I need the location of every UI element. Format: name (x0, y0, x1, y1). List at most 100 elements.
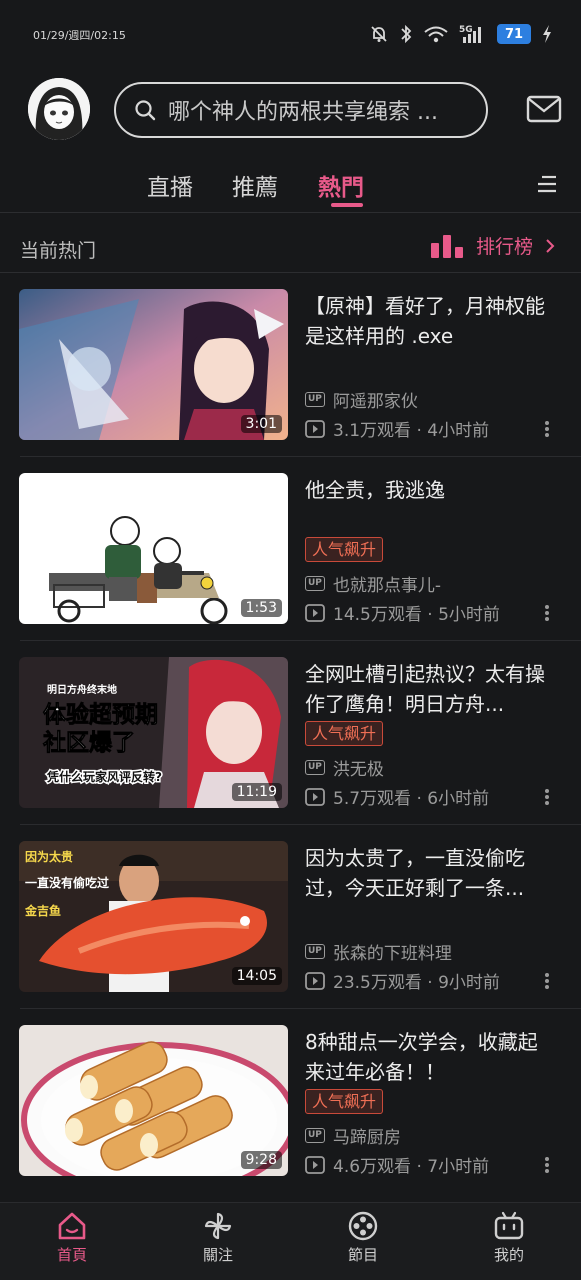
nav-profile-label: 我的 (493, 1246, 524, 1264)
video-author[interactable]: UP 阿遥那家伙 (305, 387, 418, 412)
more-options-icon[interactable] (545, 787, 551, 807)
video-stats: 23.5万观看 · 9小时前 (305, 968, 500, 993)
up-badge-icon: UP (305, 576, 325, 591)
stats-text: 14.5万观看 · 5小时前 (333, 605, 500, 625)
up-badge-icon: UP (305, 944, 325, 959)
author-name[interactable]: 张森的下班料理 (333, 939, 452, 964)
thumb-caption: 一直没有偷吃过 (25, 875, 109, 890)
bottom-nav: 首頁 關注 節目 我的 (0, 1202, 581, 1280)
video-title[interactable]: 8种甜点一次学会，收藏起来过年必备！！ (305, 1027, 557, 1087)
tab-trending[interactable]: 熱門 (318, 168, 364, 202)
video-thumbnail[interactable]: 3:01 (19, 289, 288, 440)
video-author[interactable]: UP 也就那点事儿- (305, 571, 441, 596)
video-author[interactable]: UP 张森的下班料理 (305, 939, 452, 964)
wifi-icon (424, 26, 448, 43)
thumb-caption: 社区爆了 (43, 729, 135, 756)
video-card[interactable]: 1:53 他全责，我逃逸 人气飙升 UP 也就那点事儿- 14.5万观看 · 5… (0, 457, 581, 641)
ranking-label[interactable]: 排行榜 (476, 232, 533, 259)
video-stats: 3.1万观看 · 4小时前 (305, 416, 489, 441)
video-card[interactable]: 明日方舟终末地 体验超预期 社区爆了 凭什么玩家风评反转? 11:19 全网吐槽… (0, 641, 581, 825)
thumb-caption: 因为太贵 (25, 849, 73, 864)
pinwheel-icon (204, 1212, 232, 1240)
stats-text: 23.5万观看 · 9小时前 (333, 973, 500, 993)
video-author[interactable]: UP 洪无极 (305, 755, 384, 780)
play-count-icon (305, 1155, 325, 1174)
nav-following[interactable]: 關注 (178, 1211, 258, 1265)
tab-active-indicator (331, 203, 363, 207)
menu-icon[interactable] (536, 174, 558, 194)
stats-text: 3.1万观看 · 4小时前 (333, 421, 490, 441)
nav-home-label: 首頁 (56, 1246, 87, 1264)
mail-icon[interactable] (526, 95, 562, 123)
play-count-icon (305, 787, 325, 806)
more-options-icon[interactable] (545, 971, 551, 991)
video-title[interactable]: 【原神】看好了，月神权能是这样用的 .exe (305, 291, 557, 351)
up-badge-icon: UP (305, 1128, 325, 1143)
nav-profile[interactable]: 我的 (469, 1211, 549, 1265)
nav-programs-label: 節目 (347, 1246, 378, 1264)
trending-badge: 人气飙升 (305, 537, 384, 562)
video-title[interactable]: 全网吐槽引起热议？太有操作了鹰角！明日方舟... (305, 659, 557, 719)
bar-chart-icon (431, 234, 463, 258)
avatar[interactable] (28, 78, 90, 140)
thumb-caption: 明日方舟终末地 (47, 683, 117, 696)
more-options-icon[interactable] (545, 419, 551, 439)
search-bar[interactable]: 哪个神人的两根共享绳索 ... (114, 82, 488, 138)
section-title: 当前热门 (20, 240, 97, 262)
play-count-icon (305, 971, 325, 990)
up-badge-icon: UP (305, 760, 325, 775)
battery-indicator: 71 (497, 24, 531, 44)
more-options-icon[interactable] (545, 1155, 551, 1175)
signal-5g-icon: 5G (459, 25, 481, 43)
video-duration: 9:28 (240, 1151, 282, 1169)
stats-text: 4.6万观看 · 7小时前 (333, 1157, 490, 1177)
video-card[interactable]: 3:01 【原神】看好了，月神权能是这样用的 .exe UP 阿遥那家伙 3.1… (0, 273, 581, 457)
trending-badge: 人气飙升 (305, 721, 384, 746)
video-author[interactable]: UP 马蹄厨房 (305, 1123, 401, 1148)
tab-recommend[interactable]: 推薦 (232, 168, 278, 202)
ranking-link[interactable]: 排行榜 (430, 232, 555, 259)
status-bar: 01/29/週四/02:15 5G 71 (0, 0, 581, 70)
bluetooth-icon (401, 24, 412, 44)
home-icon (58, 1212, 86, 1240)
video-card[interactable]: 因为太贵 一直没有偷吃过 金吉鱼 14:05 因为太贵了，一直没偷吃过，今天正好… (0, 825, 581, 1009)
video-duration: 1:53 (240, 599, 282, 617)
mute-bell-icon (371, 26, 387, 42)
video-stats: 5.7万观看 · 6小时前 (305, 784, 489, 809)
tab-live[interactable]: 直播 (147, 168, 193, 202)
top-tabs: 直播 推薦 熱門 (0, 160, 581, 212)
video-title[interactable]: 他全责，我逃逸 (305, 475, 557, 505)
nav-following-label: 關注 (202, 1246, 233, 1264)
video-duration: 14:05 (231, 967, 282, 985)
chevron-right-icon (546, 238, 555, 253)
top-header: 哪个神人的两根共享绳索 ... (0, 75, 581, 145)
up-badge-icon: UP (305, 392, 325, 407)
nav-programs[interactable]: 節目 (323, 1211, 403, 1265)
trending-badge: 人气飙升 (305, 1089, 384, 1114)
search-input[interactable]: 哪个神人的两根共享绳索 ... (168, 94, 458, 126)
author-name[interactable]: 阿遥那家伙 (333, 387, 418, 412)
author-name[interactable]: 马蹄厨房 (333, 1123, 401, 1148)
status-time: 01/29/週四/02:15 (33, 29, 126, 42)
film-reel-icon (348, 1211, 378, 1241)
more-options-icon[interactable] (545, 603, 551, 623)
play-count-icon (305, 419, 325, 438)
video-thumbnail[interactable]: 因为太贵 一直没有偷吃过 金吉鱼 14:05 (19, 841, 288, 992)
video-thumbnail[interactable]: 明日方舟终末地 体验超预期 社区爆了 凭什么玩家风评反转? 11:19 (19, 657, 288, 808)
video-stats: 14.5万观看 · 5小时前 (305, 600, 500, 625)
author-name[interactable]: 也就那点事儿- (333, 571, 441, 596)
video-card[interactable]: 9:28 8种甜点一次学会，收藏起来过年必备！！ 人气飙升 UP 马蹄厨房 4.… (0, 1009, 581, 1193)
author-name[interactable]: 洪无极 (333, 755, 384, 780)
tv-face-icon (494, 1211, 524, 1240)
nav-home[interactable]: 首頁 (32, 1211, 112, 1265)
stats-text: 5.7万观看 · 6小时前 (333, 789, 490, 809)
search-icon (135, 100, 156, 121)
thumb-caption: 金吉鱼 (24, 903, 61, 918)
video-thumbnail[interactable]: 9:28 (19, 1025, 288, 1176)
thumb-caption: 凭什么玩家风评反转? (46, 769, 162, 784)
play-count-icon (305, 603, 325, 622)
video-title[interactable]: 因为太贵了，一直没偷吃过，今天正好剩了一条... (305, 843, 557, 903)
video-thumbnail[interactable]: 1:53 (19, 473, 288, 624)
video-duration: 3:01 (240, 415, 282, 433)
charging-icon (543, 25, 551, 43)
